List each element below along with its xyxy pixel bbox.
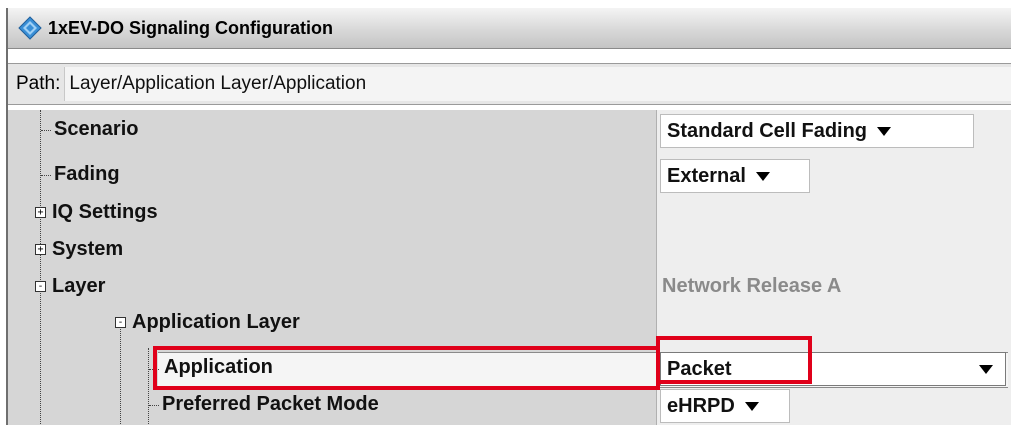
fading-value: External <box>667 164 746 187</box>
path-value: Layer/Application Layer/Application <box>64 67 1011 101</box>
tree-item-fading[interactable]: Fading <box>54 163 120 186</box>
tree-item-scenario[interactable]: Scenario <box>54 118 138 141</box>
window-title: 1xEV-DO Signaling Configuration <box>48 17 334 38</box>
tree-item-iq-settings[interactable]: IQ Settings <box>52 201 158 224</box>
path-bar: Path: Layer/Application Layer/Applicatio… <box>8 63 1011 105</box>
expand-plus-icon[interactable]: + <box>35 244 46 255</box>
preferred-packet-mode-value: eHRPD <box>667 394 735 417</box>
collapse-minus-icon[interactable]: - <box>115 317 126 328</box>
tree-item-preferred-packet-mode[interactable]: Preferred Packet Mode <box>162 393 379 416</box>
layer-value: Network Release A <box>662 275 842 297</box>
tree-connector <box>149 369 159 370</box>
collapse-minus-icon[interactable]: - <box>35 281 46 292</box>
scenario-value: Standard Cell Fading <box>667 119 868 142</box>
window-titlebar[interactable]: 1xEV-DO Signaling Configuration <box>8 8 1011 49</box>
chevron-down-icon[interactable] <box>755 171 770 181</box>
chevron-down-icon[interactable] <box>744 401 759 411</box>
expand-plus-icon[interactable]: + <box>35 207 46 218</box>
diamond-logo-icon <box>18 16 42 40</box>
tree-connector <box>120 324 121 425</box>
config-window: 1xEV-DO Signaling Configuration Path: La… <box>6 8 1011 425</box>
chevron-down-icon[interactable] <box>877 126 892 136</box>
fading-dropdown[interactable]: External <box>660 159 810 193</box>
chevron-down-icon[interactable] <box>979 364 993 374</box>
tree-connector <box>149 405 159 406</box>
tree-item-application[interactable]: Application <box>164 356 273 379</box>
tree-connector <box>41 130 51 131</box>
tree-connector <box>148 348 149 425</box>
tree-item-system[interactable]: System <box>52 238 123 261</box>
scenario-dropdown[interactable]: Standard Cell Fading <box>660 114 974 148</box>
tree-connector <box>41 175 51 176</box>
application-dropdown[interactable]: Packet <box>660 352 1006 386</box>
path-label: Path: <box>16 73 61 94</box>
preferred-packet-mode-dropdown[interactable]: eHRPD <box>660 389 790 423</box>
tree-item-application-layer[interactable]: Application Layer <box>132 311 300 334</box>
tree-item-layer[interactable]: Layer <box>52 275 105 298</box>
application-value: Packet <box>667 357 732 380</box>
tree-connector <box>40 110 41 425</box>
